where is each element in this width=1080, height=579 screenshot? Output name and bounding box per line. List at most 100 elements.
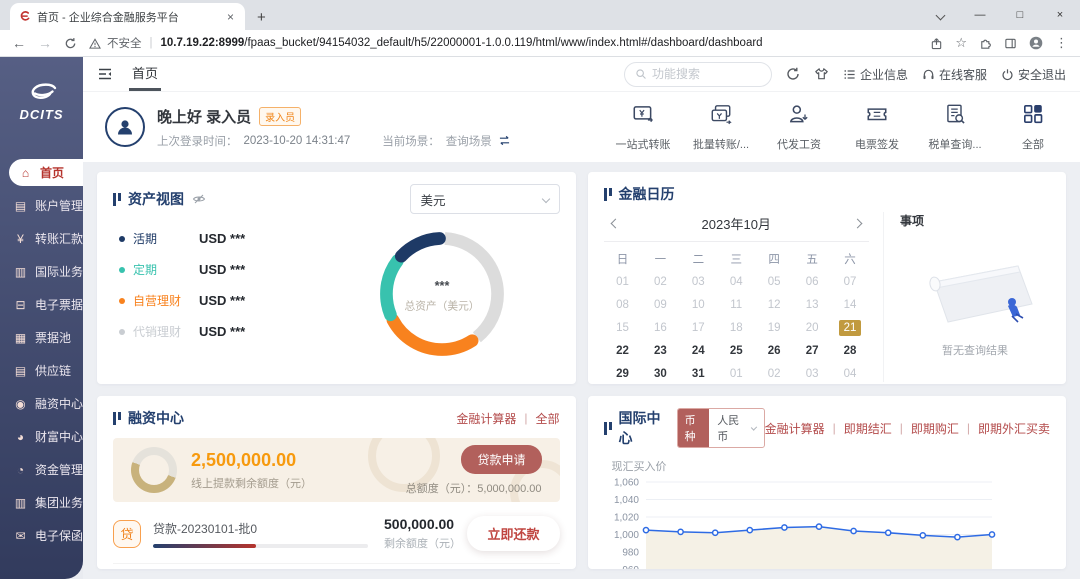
calendar-date[interactable]: 07 — [831, 274, 869, 290]
intl-spot-fx-trade-link[interactable]: 即期外汇买卖 — [978, 420, 1050, 437]
fx-currency-select[interactable]: 币种 人民币 — [677, 408, 765, 448]
calendar-date[interactable]: 08 — [604, 297, 642, 313]
tab-home[interactable]: 首页 — [129, 57, 161, 91]
sidebar-item-e-guarantee[interactable]: ✉电子保函 — [0, 522, 83, 549]
bookmark-star-icon[interactable]: ☆ — [955, 35, 967, 51]
calendar-date[interactable]: 04 — [831, 366, 869, 382]
calendar-date[interactable]: 17 — [679, 320, 717, 336]
quick-action-label: 税单查询... — [928, 136, 981, 152]
calendar-date[interactable]: 13 — [793, 297, 831, 313]
calendar-date[interactable]: 10 — [679, 297, 717, 313]
calendar-date[interactable]: 22 — [604, 343, 642, 359]
sidebar-item-transfer-remit[interactable]: ¥转账汇款 — [0, 225, 83, 252]
calendar-date[interactable]: 04 — [717, 274, 755, 290]
calendar-date[interactable]: 09 — [641, 297, 679, 313]
calendar-date[interactable]: 28 — [831, 343, 869, 359]
loan-name: 贷款-20230101-批0 — [153, 520, 368, 537]
repay-now-button[interactable]: 立即还款 — [467, 516, 559, 551]
sidebar-item-bill-pool[interactable]: ▦票据池 — [0, 324, 83, 351]
intl-fin-calculator-link[interactable]: 金融计算器 — [765, 420, 825, 437]
headset-icon — [922, 68, 935, 81]
financing-fin-calculator-link[interactable]: 金融计算器 — [456, 410, 516, 427]
calendar-date[interactable]: 31 — [679, 366, 717, 382]
new-tab-button[interactable]: + — [257, 9, 266, 26]
window-minimize-button[interactable]: — — [960, 0, 1000, 30]
calendar-date[interactable]: 01 — [604, 274, 642, 290]
intl-spot-settlement-link[interactable]: 即期结汇 — [844, 420, 892, 437]
financing-all-link[interactable]: 全部 — [535, 410, 559, 427]
function-search[interactable] — [624, 62, 772, 87]
calendar-date[interactable]: 25 — [717, 343, 755, 359]
calendar-date[interactable]: 23 — [641, 343, 679, 359]
calendar-date[interactable]: 06 — [793, 274, 831, 290]
toggle-visibility-eye-icon[interactable] — [192, 193, 206, 205]
header-action-company-info[interactable]: 企业信息 — [843, 66, 908, 83]
calendar-date[interactable]: 14 — [831, 297, 869, 313]
tab-close-icon[interactable]: × — [224, 10, 237, 24]
refresh-icon[interactable] — [786, 67, 800, 81]
calendar-date[interactable]: 03 — [679, 274, 717, 290]
browser-menu-icon[interactable]: ⋮ — [1055, 35, 1068, 51]
calendar-date[interactable]: 11 — [717, 297, 755, 313]
bill-icon: ⊟ — [13, 298, 28, 312]
sidebar-item-account-mgmt[interactable]: ▤账户管理 — [0, 192, 83, 219]
calendar-date[interactable]: 15 — [604, 320, 642, 336]
calendar-date[interactable]: 02 — [641, 274, 679, 290]
calendar-date[interactable]: 16 — [641, 320, 679, 336]
sidebar-item-fund-mgmt[interactable]: ◔资金管理 — [0, 456, 83, 483]
quick-action-ebill-issue[interactable]: 电票签发 — [848, 102, 906, 152]
calendar-date[interactable]: 12 — [755, 297, 793, 313]
sidebar-item-international[interactable]: ▥国际业务 — [0, 258, 83, 285]
calendar-date[interactable]: 02 — [755, 366, 793, 382]
share-icon[interactable] — [930, 37, 943, 50]
header-action-online-service[interactable]: 在线客服 — [922, 66, 987, 83]
sidebar-item-home[interactable]: ⌂首页 — [9, 159, 83, 186]
quick-action-batch-transfer[interactable]: 批量转账/... — [692, 102, 750, 152]
currency-select[interactable]: 美元 — [410, 184, 560, 214]
calendar-date[interactable]: 05 — [755, 274, 793, 290]
calendar-date[interactable]: 01 — [717, 366, 755, 382]
reload-button[interactable] — [64, 37, 77, 50]
calendar-date[interactable]: 24 — [679, 343, 717, 359]
window-menu-chevron-icon[interactable] — [920, 0, 960, 30]
quick-action-onestop-transfer[interactable]: 一站式转账 — [614, 102, 672, 152]
window-maximize-button[interactable]: □ — [1000, 0, 1040, 30]
calendar-date[interactable]: 18 — [717, 320, 755, 336]
forward-button[interactable]: → — [38, 36, 52, 50]
sidebar-item-wealth-center[interactable]: ◕财富中心 — [0, 423, 83, 450]
calendar-date[interactable]: 29 — [604, 366, 642, 382]
sidebar-item-label: 国际业务 — [35, 263, 83, 280]
sidebar-item-e-bill[interactable]: ⊟电子票据 — [0, 291, 83, 318]
user-avatar[interactable] — [105, 107, 145, 147]
calendar-date[interactable]: 19 — [755, 320, 793, 336]
browser-tab[interactable]: 首页 - 企业综合金融服务平台 × — [10, 3, 245, 30]
url-bar[interactable]: 不安全 | 10.7.19.22:8999/fpaas_bucket/94154… — [89, 35, 918, 51]
sidebar-item-supply-chain[interactable]: ▤供应链 — [0, 357, 83, 384]
mail-icon: ✉ — [13, 529, 28, 543]
calendar-date[interactable]: 30 — [641, 366, 679, 382]
search-input[interactable] — [652, 67, 752, 81]
calendar-date[interactable]: 27 — [793, 343, 831, 359]
sidebar-item-group-business[interactable]: ▥集团业务 — [0, 489, 83, 516]
quick-action-all-apps[interactable]: 全部 — [1004, 102, 1062, 152]
theme-skin-icon[interactable] — [814, 67, 829, 81]
calendar-next-month-icon[interactable] — [850, 218, 865, 229]
quick-action-salary-payment[interactable]: 代发工资 — [770, 102, 828, 152]
intl-spot-purchase-link[interactable]: 即期购汇 — [911, 420, 959, 437]
calendar-date-selected[interactable]: 21 — [839, 320, 861, 336]
calendar-date[interactable]: 26 — [755, 343, 793, 359]
header-action-safe-exit[interactable]: 安全退出 — [1001, 66, 1066, 83]
loan-apply-button[interactable]: 贷款申请 — [461, 445, 541, 474]
back-button[interactable]: ← — [12, 36, 26, 50]
collapse-menu-icon[interactable] — [97, 67, 113, 81]
calendar-prev-month-icon[interactable] — [608, 218, 623, 229]
quick-action-tax-query[interactable]: 税单查询... — [926, 102, 984, 152]
sidebar-item-financing-center[interactable]: ◉融资中心 — [0, 390, 83, 417]
extensions-puzzle-icon[interactable] — [979, 37, 992, 50]
scene-switch-icon[interactable] — [498, 135, 511, 146]
side-panel-icon[interactable] — [1004, 37, 1017, 50]
calendar-date[interactable]: 20 — [793, 320, 831, 336]
calendar-date[interactable]: 03 — [793, 366, 831, 382]
profile-avatar-icon[interactable] — [1029, 36, 1043, 50]
window-close-button[interactable]: × — [1040, 0, 1080, 30]
